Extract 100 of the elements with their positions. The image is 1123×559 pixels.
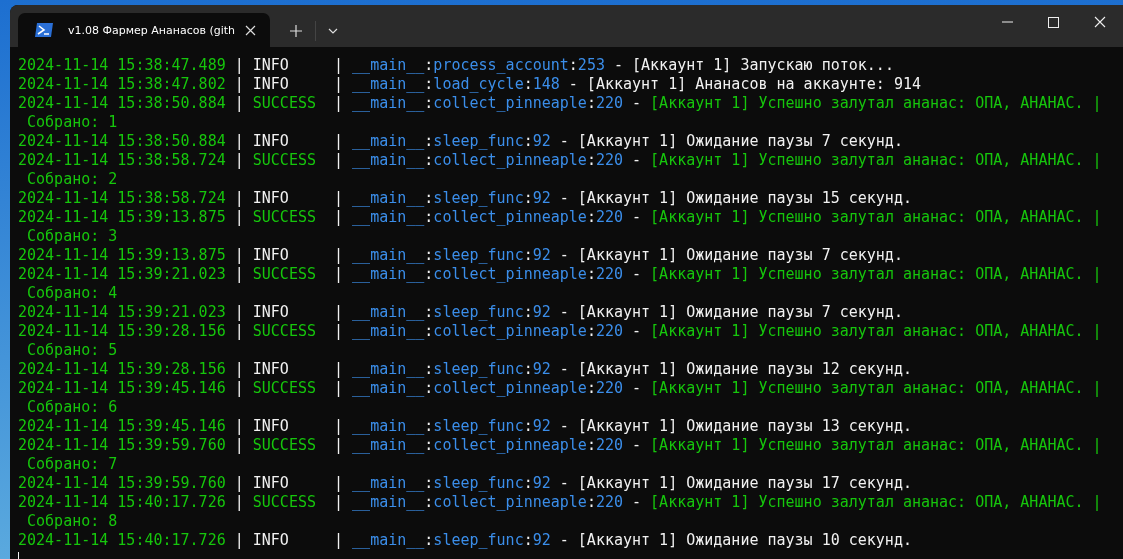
log-message: Собрано: 7 — [27, 455, 118, 474]
log-level: INFO — [252, 303, 290, 322]
column-separator: | — [234, 189, 244, 208]
log-message: [Аккаунт 1] Ананасов на аккаунте: 914 — [586, 75, 921, 94]
column-separator: | — [334, 189, 344, 208]
powershell-icon — [35, 23, 53, 37]
log-message: [Аккаунт 1] Ожидание паузы 12 секунд. — [577, 360, 912, 379]
message-separator: - — [559, 417, 569, 436]
log-message: [Аккаунт 1] Ожидание паузы 7 секунд. — [577, 303, 903, 322]
column-separator: | — [234, 303, 244, 322]
log-timestamp: 2024-11-14 15:39:21.023 — [18, 303, 226, 322]
log-message: [Аккаунт 1] Успешно залутал ананас: ОПА, АНАНАС. | — [650, 436, 1102, 455]
log-message: [Аккаунт 1] Успешно залутал ананас: ОПА, АНАНАС. | — [650, 493, 1102, 512]
column-separator: | — [234, 417, 244, 436]
source-location: __main__:sleep_func:92 — [352, 132, 551, 151]
message-separator: - — [613, 56, 623, 75]
message-separator: - — [632, 436, 642, 455]
log-timestamp: 2024-11-14 15:38:58.724 — [18, 189, 226, 208]
log-message: [Аккаунт 1] Успешно залутал ананас: ОПА, АНАНАС. | — [650, 379, 1102, 398]
column-separator: | — [234, 474, 244, 493]
message-separator: - — [632, 493, 642, 512]
log-message: Собрано: 4 — [27, 284, 118, 303]
message-separator: - — [559, 246, 569, 265]
source-location: __main__:collect_pinneaple:220 — [352, 208, 623, 227]
log-message: [Аккаунт 1] Запускаю поток... — [632, 56, 894, 75]
log-timestamp: 2024-11-14 15:39:59.760 — [18, 474, 226, 493]
source-location: __main__:sleep_func:92 — [352, 303, 551, 322]
column-separator: | — [234, 360, 244, 379]
column-separator: | — [334, 531, 344, 550]
message-separator: - — [559, 303, 569, 322]
source-location: __main__:sleep_func:92 — [352, 360, 551, 379]
log-level: INFO — [252, 75, 290, 94]
column-separator: | — [234, 379, 244, 398]
message-separator: - — [632, 208, 642, 227]
source-location: __main__:collect_pinneaple:220 — [352, 265, 623, 284]
source-location: __main__:sleep_func:92 — [352, 474, 551, 493]
source-location: __main__:process_account:253 — [352, 56, 605, 75]
source-location: __main__:sleep_func:92 — [352, 189, 551, 208]
close-icon[interactable] — [1094, 16, 1106, 28]
log-message: Собрано: 5 — [27, 341, 118, 360]
column-separator: | — [334, 132, 344, 151]
dropdown-icon[interactable] — [328, 28, 338, 34]
log-timestamp: 2024-11-14 15:38:58.724 — [18, 151, 226, 170]
log-level: SUCCESS — [252, 151, 317, 170]
log-timestamp: 2024-11-14 15:38:50.884 — [18, 132, 226, 151]
column-separator: | — [334, 75, 344, 94]
log-message: [Аккаунт 1] Успешно залутал ананас: ОПА, АНАНАС. | — [650, 151, 1102, 170]
column-separator: | — [234, 151, 244, 170]
column-separator: | — [334, 379, 344, 398]
log-timestamp: 2024-11-14 15:40:17.726 — [18, 493, 226, 512]
log-level: SUCCESS — [252, 379, 317, 398]
log-message: [Аккаунт 1] Успешно залутал ананас: ОПА, АНАНАС. | — [650, 94, 1102, 113]
column-separator: | — [234, 493, 244, 512]
log-level: SUCCESS — [252, 436, 317, 455]
column-separator: | — [334, 265, 344, 284]
column-separator: | — [334, 56, 344, 75]
log-message: Собрано: 6 — [27, 398, 118, 417]
column-separator: | — [234, 436, 244, 455]
log-message: [Аккаунт 1] Ожидание паузы 7 секунд. — [577, 246, 903, 265]
log-message: [Аккаунт 1] Успешно залутал ананас: ОПА, АНАНАС. | — [650, 322, 1102, 341]
maximize-icon[interactable] — [1048, 16, 1059, 28]
column-separator: | — [334, 493, 344, 512]
message-separator: - — [632, 379, 642, 398]
message-separator: - — [568, 75, 578, 94]
log-message: Собрано: 2 — [27, 170, 118, 189]
source-location: __main__:collect_pinneaple:220 — [352, 493, 623, 512]
log-timestamp: 2024-11-14 15:39:45.146 — [18, 417, 226, 436]
column-separator: | — [334, 303, 344, 322]
message-separator: - — [632, 322, 642, 341]
log-level: SUCCESS — [252, 265, 317, 284]
column-separator: | — [334, 474, 344, 493]
log-timestamp: 2024-11-14 15:38:47.802 — [18, 75, 226, 94]
column-separator: | — [334, 322, 344, 341]
source-location: __main__:collect_pinneaple:220 — [352, 151, 623, 170]
terminal-tab[interactable]: v1.08 Фармер Ананасов (gith — [18, 13, 270, 47]
column-separator: | — [234, 531, 244, 550]
log-level: SUCCESS — [252, 493, 317, 512]
log-message: [Аккаунт 1] Ожидание паузы 7 секунд. — [577, 132, 903, 151]
column-separator: | — [334, 151, 344, 170]
log-level: INFO — [252, 246, 290, 265]
log-level: SUCCESS — [252, 322, 317, 341]
log-level: INFO — [252, 531, 290, 550]
log-message: [Аккаунт 1] Ожидание паузы 17 секунд. — [577, 474, 912, 493]
log-level: INFO — [252, 56, 290, 75]
log-timestamp: 2024-11-14 15:39:28.156 — [18, 360, 226, 379]
source-location: __main__:load_cycle:148 — [352, 75, 560, 94]
source-location: __main__:sleep_func:92 — [352, 246, 551, 265]
column-separator: | — [234, 56, 244, 75]
column-separator: | — [234, 132, 244, 151]
log-timestamp: 2024-11-14 15:39:21.023 — [18, 265, 226, 284]
message-separator: - — [559, 474, 569, 493]
column-separator: | — [334, 94, 344, 113]
message-separator: - — [559, 132, 569, 151]
log-timestamp: 2024-11-14 15:40:17.726 — [18, 531, 226, 550]
message-separator: - — [559, 360, 569, 379]
new-tab-icon[interactable] — [290, 25, 302, 37]
close-tab-icon[interactable] — [245, 24, 256, 36]
message-separator: - — [632, 94, 642, 113]
log-timestamp: 2024-11-14 15:39:59.760 — [18, 436, 226, 455]
log-timestamp: 2024-11-14 15:39:45.146 — [18, 379, 226, 398]
